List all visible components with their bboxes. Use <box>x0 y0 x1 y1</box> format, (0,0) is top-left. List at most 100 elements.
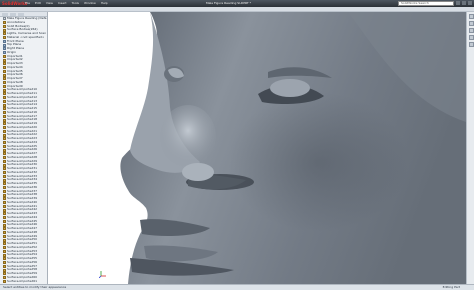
plane-icon <box>3 47 6 51</box>
feature-icon <box>3 92 6 96</box>
feature-icon <box>3 122 6 126</box>
feature-icon <box>3 62 6 66</box>
feature-icon <box>3 257 6 261</box>
feature-icon <box>3 261 6 265</box>
status-message: Select entities to modify their appearan… <box>3 285 67 289</box>
feature-icon <box>3 197 6 201</box>
file-explorer-icon[interactable] <box>468 28 474 33</box>
feature-manager-panel: Male Figure Reading (Defa Annotations Soli… <box>0 12 48 284</box>
feature-icon <box>3 268 6 272</box>
part-icon <box>3 17 6 21</box>
graphics-viewport[interactable] <box>48 12 466 284</box>
resources-icon[interactable] <box>468 14 474 19</box>
feature-icon <box>3 272 6 276</box>
tree-item-label: Surface-Imported61 <box>7 279 38 283</box>
task-pane <box>466 12 474 284</box>
feature-icon <box>3 189 6 193</box>
close-icon[interactable] <box>468 1 472 5</box>
feature-icon <box>3 73 6 77</box>
view-palette-icon[interactable] <box>468 35 474 40</box>
feature-icon <box>3 118 6 122</box>
feature-icon <box>3 144 6 148</box>
feature-icon <box>3 152 6 156</box>
feature-icon <box>3 141 6 145</box>
menu-item-window[interactable]: Window <box>83 1 97 6</box>
feature-icon <box>3 171 6 175</box>
menu-bar: File Edit View Insert Tools Window Help <box>24 1 109 6</box>
feature-icon <box>3 242 6 246</box>
menu-item-help[interactable]: Help <box>100 1 109 6</box>
restore-icon[interactable] <box>462 1 466 5</box>
feature-icon <box>3 182 6 186</box>
minimize-icon[interactable] <box>456 1 460 5</box>
view-triad-icon <box>99 271 106 278</box>
feature-icon <box>3 193 6 197</box>
feature-icon <box>3 253 6 257</box>
menu-item-tools[interactable]: Tools <box>71 1 80 6</box>
face-model[interactable] <box>48 12 466 284</box>
feature-icon <box>3 77 6 81</box>
feature-icon <box>3 159 6 163</box>
feature-icon <box>3 133 6 137</box>
feature-icon <box>3 81 6 85</box>
feature-icon <box>3 69 6 73</box>
feature-icon <box>3 212 6 216</box>
feature-icon <box>3 234 6 238</box>
feature-icon <box>3 186 6 190</box>
feature-icon <box>3 231 6 235</box>
feature-icon <box>3 216 6 220</box>
feature-icon <box>3 107 6 111</box>
menu-item-file[interactable]: File <box>24 1 31 6</box>
feature-icon <box>3 32 6 36</box>
feature-icon <box>3 223 6 227</box>
feature-icon <box>3 246 6 250</box>
feature-icon <box>3 279 6 283</box>
search-input[interactable]: SolidWorks Search <box>398 1 454 6</box>
configuration-manager-tab[interactable] <box>18 13 24 16</box>
document-title: Male Figure Reading SLDPRT * <box>206 1 252 5</box>
menu-item-edit[interactable]: Edit <box>34 1 42 6</box>
feature-icon <box>3 276 6 280</box>
feature-icon <box>3 84 6 88</box>
feature-icon <box>3 103 6 107</box>
appearances-icon[interactable] <box>468 42 474 47</box>
feature-icon <box>3 174 6 178</box>
title-bar: SolidWorks File Edit View Insert Tools Window… <box>0 0 474 7</box>
feature-icon <box>3 204 6 208</box>
window-controls <box>456 1 472 5</box>
feature-icon <box>3 227 6 231</box>
feature-icon <box>3 99 6 103</box>
editing-mode-status: Editing Part <box>442 285 460 289</box>
feature-icon <box>3 201 6 205</box>
feature-icon <box>3 28 6 32</box>
feature-icon <box>3 178 6 182</box>
feature-icon <box>3 36 6 40</box>
property-manager-tab[interactable] <box>10 13 16 16</box>
feature-tree-tab[interactable] <box>2 13 8 16</box>
feature-icon <box>3 167 6 171</box>
menu-item-view[interactable]: View <box>45 1 54 6</box>
status-bar: Select entities to modify their appearan… <box>0 284 474 290</box>
tree-item[interactable]: Surface-Imported61 <box>0 280 47 284</box>
plane-icon <box>3 51 6 55</box>
plane-icon <box>3 39 6 43</box>
design-library-icon[interactable] <box>468 21 474 26</box>
feature-icon <box>3 54 6 58</box>
feature-icon <box>3 111 6 115</box>
feature-icon <box>3 129 6 133</box>
feature-icon <box>3 249 6 253</box>
feature-icon <box>3 219 6 223</box>
plane-icon <box>3 43 6 47</box>
feature-icon <box>3 126 6 130</box>
feature-icon <box>3 137 6 141</box>
feature-tree: Male Figure Reading (Defa Annotations Soli… <box>0 17 47 283</box>
feature-icon <box>3 264 6 268</box>
feature-icon <box>3 208 6 212</box>
feature-icon <box>3 114 6 118</box>
menu-item-insert[interactable]: Insert <box>57 1 68 6</box>
feature-icon <box>3 156 6 160</box>
feature-icon <box>3 24 6 28</box>
feature-icon <box>3 163 6 167</box>
feature-icon <box>3 21 6 25</box>
feature-icon <box>3 88 6 92</box>
